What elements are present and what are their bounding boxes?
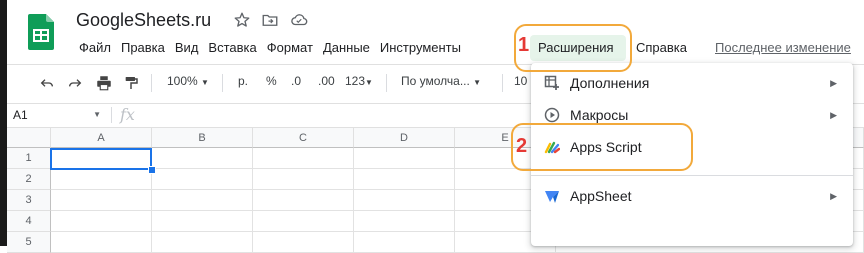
font-name: По умолча... — [401, 74, 470, 88]
row-header-1[interactable]: 1 — [7, 148, 51, 169]
toolbar-divider — [386, 74, 387, 92]
grid-cell[interactable] — [152, 190, 253, 211]
column-header-d[interactable]: D — [354, 128, 455, 148]
grid-cell[interactable] — [253, 232, 354, 253]
appsheet-icon — [545, 191, 559, 203]
grid-cell[interactable] — [152, 211, 253, 232]
window-edge — [0, 0, 7, 246]
grid-cell[interactable] — [51, 169, 152, 190]
menu-view[interactable]: Вид — [170, 38, 204, 58]
menu-bar: Файл Правка Вид Вставка Формат Данные Ин… — [74, 38, 466, 58]
move-to-folder-icon[interactable] — [261, 11, 279, 29]
toolbar-divider — [502, 74, 503, 92]
cell-reference: A1 — [13, 108, 28, 122]
grid-cell[interactable] — [152, 232, 253, 253]
row-header-4[interactable]: 4 — [7, 211, 51, 232]
selected-cell-a1[interactable] — [50, 148, 152, 170]
add-ons-icon — [544, 75, 559, 90]
font-dropdown-icon: ▼ — [473, 78, 482, 87]
row-header-2[interactable]: 2 — [7, 169, 51, 190]
menu-file[interactable]: Файл — [74, 38, 116, 58]
decrease-decimal-button[interactable]: .0 — [291, 74, 301, 88]
menu-format[interactable]: Формат — [262, 38, 318, 58]
annotation-number-1: 1 — [518, 34, 530, 56]
grid-cell[interactable] — [354, 169, 455, 190]
grid-cell[interactable] — [253, 190, 354, 211]
formula-divider — [111, 107, 112, 123]
zoom-value: 100% — [167, 74, 198, 88]
annotation-ring-2 — [511, 123, 693, 171]
cloud-saved-icon[interactable] — [290, 11, 308, 29]
row-header-5[interactable]: 5 — [7, 232, 51, 253]
grid-cell[interactable] — [51, 211, 152, 232]
menu-item-label: AppSheet — [570, 188, 632, 204]
grid-cell[interactable] — [354, 148, 455, 169]
grid-cell[interactable] — [152, 169, 253, 190]
toolbar-divider — [151, 74, 152, 92]
toolbar-divider — [222, 74, 223, 92]
increase-decimal-button[interactable]: .00 — [318, 74, 335, 88]
star-icon[interactable] — [233, 11, 251, 29]
zoom-select[interactable]: 100% ▼ — [167, 74, 209, 88]
select-all-corner[interactable] — [7, 128, 51, 148]
grid-cell[interactable] — [253, 211, 354, 232]
grid-cell[interactable] — [354, 232, 455, 253]
currency-format-button[interactable]: р. — [238, 74, 248, 88]
menu-edit[interactable]: Правка — [116, 38, 170, 58]
more-formats-select[interactable]: 123▼ — [345, 74, 373, 88]
annotation-ring-1 — [514, 24, 632, 72]
menu-help[interactable]: Справка — [636, 40, 687, 55]
name-box[interactable]: A1 ▼ — [7, 104, 105, 126]
print-icon[interactable] — [95, 74, 113, 92]
submenu-arrow-icon: ▶ — [830, 191, 837, 201]
more-formats-dropdown-icon: ▼ — [365, 78, 373, 87]
percent-format-button[interactable]: % — [266, 74, 277, 88]
sheets-logo-icon[interactable] — [28, 14, 54, 50]
font-select[interactable]: По умолча... ▼ — [401, 74, 481, 88]
macros-play-icon — [544, 107, 560, 123]
document-title[interactable]: GoogleSheets.ru — [76, 10, 211, 31]
row-header-3[interactable]: 3 — [7, 190, 51, 211]
fx-icon: fx — [120, 105, 135, 124]
column-header-b[interactable]: B — [152, 128, 253, 148]
annotation-number-2: 2 — [516, 135, 528, 157]
more-formats-label: 123 — [345, 74, 366, 88]
submenu-arrow-icon: ▶ — [830, 110, 837, 120]
font-size-select[interactable]: 10 — [514, 74, 527, 88]
grid-cell[interactable] — [253, 169, 354, 190]
menu-tools[interactable]: Инструменты — [375, 38, 466, 58]
menu-divider — [531, 175, 853, 176]
submenu-arrow-icon: ▶ — [830, 78, 837, 88]
grid-cell[interactable] — [354, 190, 455, 211]
menu-insert[interactable]: Вставка — [203, 38, 261, 58]
grid-cell[interactable] — [354, 211, 455, 232]
menu-data[interactable]: Данные — [318, 38, 375, 58]
menu-item-appsheet[interactable]: AppSheet ▶ — [531, 180, 853, 212]
zoom-dropdown-icon: ▼ — [201, 78, 209, 87]
column-header-c[interactable]: C — [253, 128, 354, 148]
undo-icon[interactable] — [38, 75, 56, 91]
paint-format-icon[interactable] — [123, 74, 139, 92]
fill-handle[interactable] — [148, 166, 156, 174]
last-change-link[interactable]: Последнее изменение — [715, 40, 851, 55]
grid-cell[interactable] — [51, 190, 152, 211]
name-box-dropdown-icon: ▼ — [93, 110, 101, 119]
column-header-a[interactable]: A — [51, 128, 152, 148]
grid-cell[interactable] — [152, 148, 253, 169]
redo-icon[interactable] — [66, 75, 84, 91]
grid-cell[interactable] — [253, 148, 354, 169]
grid-cell[interactable] — [51, 232, 152, 253]
